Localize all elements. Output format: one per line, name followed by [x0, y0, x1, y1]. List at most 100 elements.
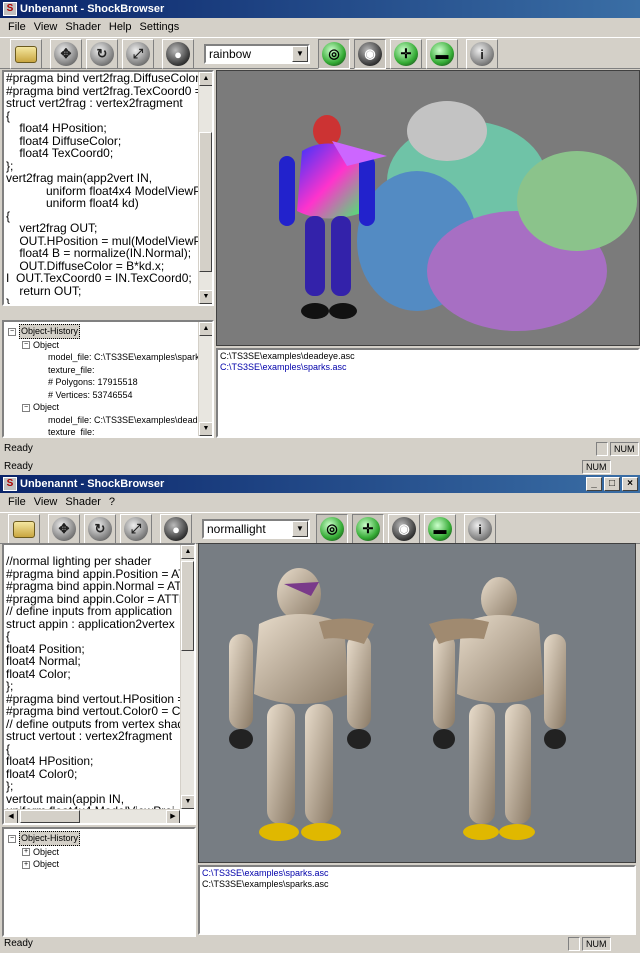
menu-help[interactable]: Help — [105, 21, 136, 33]
top-3d-viewport[interactable] — [216, 70, 640, 346]
code-line[interactable]: float4 HPosition; — [6, 122, 210, 135]
scroll-down-icon[interactable]: ▼ — [199, 290, 212, 304]
top-code-text[interactable]: #pragma bind vert2frag.DiffuseColor = CO… — [4, 72, 212, 304]
tree-root-label[interactable]: Object-History — [19, 324, 81, 339]
menu-view[interactable]: View — [30, 21, 62, 33]
bottom-code-text[interactable]: //normal lighting per shader #pragma bind… — [4, 545, 194, 818]
menu-settings[interactable]: Settings — [136, 21, 184, 33]
minimize-button[interactable]: _ — [586, 477, 602, 491]
bottom-code-hscrollbar[interactable]: ◀ ▶ — [4, 809, 180, 823]
scale-button[interactable]: ⤢ — [122, 39, 154, 69]
view-a-button[interactable]: ◎ — [318, 39, 350, 69]
code-line[interactable]: }; — [6, 680, 192, 693]
chevron-down-icon[interactable]: ▼ — [292, 46, 308, 62]
rotate-button[interactable]: ↻ — [84, 514, 116, 544]
code-line[interactable]: }; — [6, 780, 192, 793]
code-line[interactable]: float4 Color; — [6, 667, 192, 681]
move-button[interactable]: ✥ — [50, 39, 82, 69]
view-c-button[interactable]: ◉ — [388, 514, 420, 544]
open-button[interactable] — [8, 514, 40, 544]
code-line[interactable]: float4 Color0; — [6, 767, 192, 781]
tree-object-1[interactable]: Object — [33, 847, 59, 857]
menu-file[interactable]: File — [4, 21, 30, 33]
code-line[interactable]: vert2frag OUT; — [6, 222, 210, 235]
tree-object-2[interactable]: Object — [33, 859, 59, 869]
collapse-icon[interactable]: − — [8, 834, 16, 843]
scroll-up-icon[interactable]: ▲ — [181, 545, 194, 559]
scroll-thumb[interactable] — [199, 132, 212, 272]
collapse-icon[interactable]: − — [22, 403, 30, 412]
tree-root-label[interactable]: Object-History — [19, 831, 81, 846]
menu-shader[interactable]: Shader — [61, 21, 104, 33]
scroll-right-icon[interactable]: ▶ — [166, 810, 180, 823]
view-b-button[interactable]: ✛ — [352, 514, 384, 544]
close-button[interactable]: × — [622, 477, 638, 491]
tree-texture-file-2[interactable]: texture_file: — [8, 426, 208, 436]
scroll-down-icon[interactable]: ▼ — [199, 422, 212, 436]
code-line[interactable]: return OUT; — [6, 284, 210, 298]
tree-object-2[interactable]: Object — [33, 402, 59, 412]
top-code-vscrollbar[interactable]: ▲ ▼ — [198, 72, 212, 304]
bottom-3d-viewport[interactable] — [198, 543, 636, 863]
code-line[interactable]: { — [6, 630, 192, 643]
code-line[interactable]: //normal lighting per shader — [6, 555, 192, 568]
code-line[interactable]: float4 Normal; — [6, 655, 192, 668]
maximize-button[interactable]: □ — [604, 477, 620, 491]
open-button[interactable] — [10, 39, 42, 69]
tree-polygons[interactable]: # Polygons: 17915518 — [8, 376, 208, 389]
view-a-button[interactable]: ◎ — [316, 514, 348, 544]
top-tree-vscrollbar[interactable]: ▲ ▼ — [198, 322, 212, 436]
chevron-down-icon[interactable]: ▼ — [292, 521, 308, 537]
info-button[interactable]: i — [466, 39, 498, 69]
tree-model-file-1[interactable]: model_file: C:\TS3SE\examples\sparks.asc — [8, 351, 212, 364]
tree-vertices[interactable]: # Vertices: 53746554 — [8, 389, 208, 402]
scroll-left-icon[interactable]: ◀ — [4, 810, 18, 823]
menu-view[interactable]: View — [30, 496, 62, 508]
view-b-button[interactable]: ◉ — [354, 39, 386, 69]
expand-icon[interactable]: + — [22, 860, 30, 869]
code-line[interactable]: struct vert2frag : vertex2fragment — [6, 97, 210, 110]
code-line[interactable]: float4 HPosition; — [6, 755, 192, 768]
code-line[interactable]: struct vertout : vertex2fragment — [6, 730, 192, 743]
top-object-tree[interactable]: − Object-History − Object model_file: C:\T… — [2, 320, 214, 438]
shader-select[interactable]: normallight ▼ — [202, 519, 310, 539]
menu-file[interactable]: File — [4, 496, 30, 508]
collapse-icon[interactable]: − — [22, 341, 30, 350]
bottom-code-vscrollbar[interactable]: ▲ ▼ — [180, 545, 194, 809]
code-line[interactable]: #pragma bind appin.Normal = ATTR2 — [6, 580, 194, 593]
expand-icon[interactable]: + — [22, 848, 30, 857]
code-line[interactable]: } — [6, 297, 210, 304]
sphere-button[interactable]: ● — [162, 39, 194, 69]
view-c-button[interactable]: ✛ — [390, 39, 422, 69]
bottom-code-editor[interactable]: //normal lighting per shader #pragma bind… — [2, 543, 196, 825]
scroll-up-icon[interactable]: ▲ — [199, 322, 212, 336]
view-d-button[interactable]: ▬ — [424, 514, 456, 544]
code-line[interactable]: #pragma bind vert2frag.DiffuseColor = CO — [6, 72, 210, 85]
code-line[interactable]: #pragma bind vertout.Color0 = COL0 — [6, 705, 194, 718]
scale-button[interactable]: ⤢ — [120, 514, 152, 544]
top-code-editor[interactable]: #pragma bind vert2frag.DiffuseColor = CO… — [2, 70, 214, 306]
rotate-button[interactable]: ↻ — [86, 39, 118, 69]
code-line[interactable]: I OUT.TexCoord0 = IN.TexCoord0; — [6, 272, 210, 285]
scroll-down-icon[interactable]: ▼ — [181, 795, 194, 809]
top-log-panel[interactable]: C:\TS3SE\examples\deadeye.asc C:\TS3SE\e… — [216, 348, 640, 438]
code-line[interactable]: vert2frag main(app2vert IN, — [6, 172, 210, 185]
scroll-up-icon[interactable]: ▲ — [199, 72, 212, 86]
view-d-button[interactable]: ▬ — [426, 39, 458, 69]
code-line[interactable]: uniform float4 kd) — [6, 197, 210, 210]
code-line[interactable]: struct appin : application2vertex — [6, 617, 192, 631]
shader-select[interactable]: rainbow ▼ — [204, 44, 310, 64]
collapse-icon[interactable]: − — [8, 327, 16, 336]
info-button[interactable]: i — [464, 514, 496, 544]
tree-model-file-2[interactable]: model_file: C:\TS3SE\examples\deadeye.as… — [8, 414, 212, 427]
bottom-object-tree[interactable]: − Object-History + Object + Object — [2, 827, 196, 937]
menu-shader[interactable]: Shader — [61, 496, 104, 508]
code-line[interactable]: // define inputs from application — [6, 605, 192, 618]
tree-texture-file-1[interactable]: texture_file: — [8, 364, 208, 377]
scroll-thumb[interactable] — [20, 810, 80, 823]
bottom-log-panel[interactable]: C:\TS3SE\examples\sparks.asc C:\TS3SE\ex… — [198, 865, 636, 935]
code-line[interactable]: float4 TexCoord0; — [6, 147, 210, 160]
sphere-button[interactable]: ● — [160, 514, 192, 544]
tree-object-1[interactable]: Object — [33, 340, 59, 350]
move-button[interactable]: ✥ — [48, 514, 80, 544]
